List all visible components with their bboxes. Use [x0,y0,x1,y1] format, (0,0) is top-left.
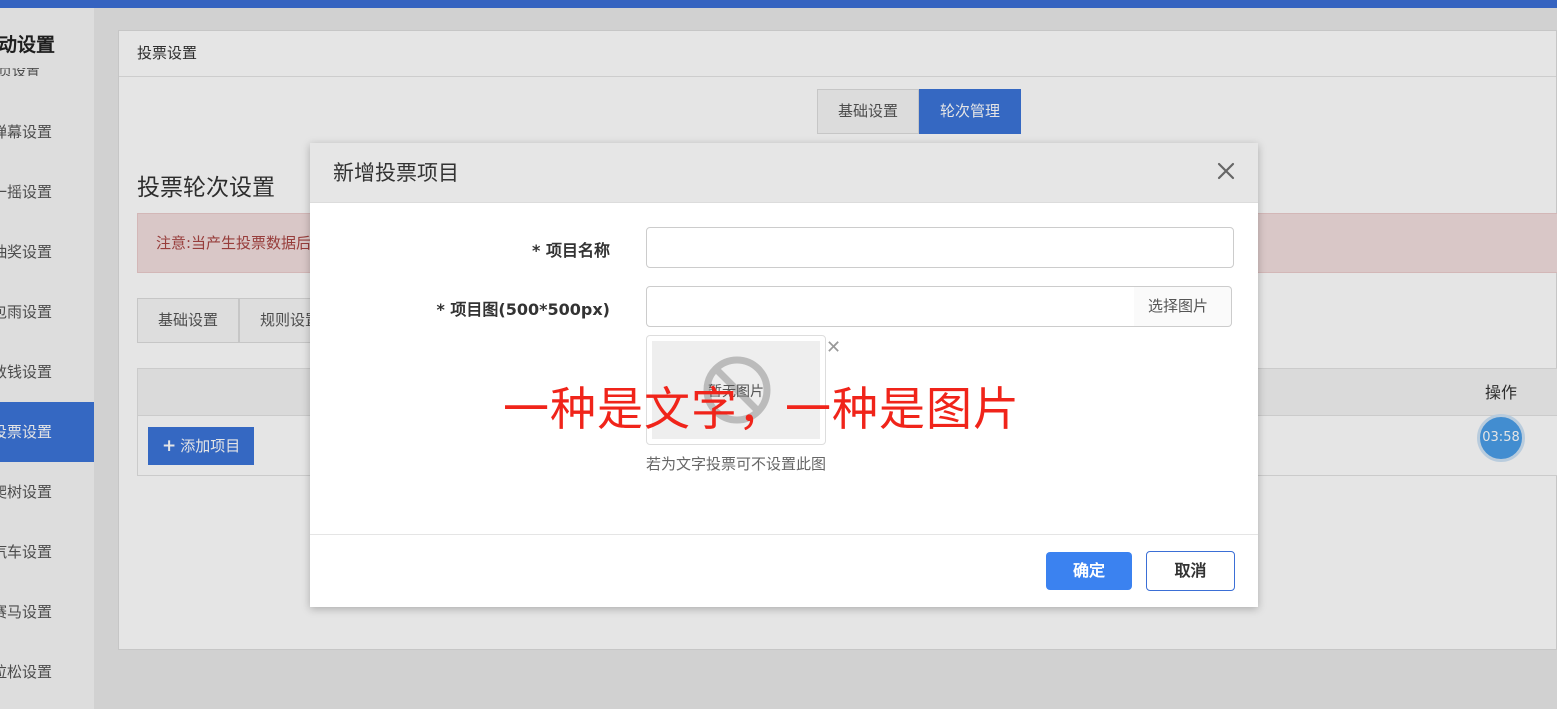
modal-title: 新增投票项目 [333,161,459,185]
annotation-text: 一种是文字，一种是图片 [503,382,1020,436]
item-name-label: * 项目名称 [532,241,610,260]
confirm-button[interactable]: 确定 [1046,552,1132,590]
choose-image-button[interactable]: 选择图片 [1134,286,1232,327]
modal-footer: 确定 取消 [310,534,1258,607]
image-hint: 若为文字投票可不设置此图 [646,455,827,473]
modal-header: 新增投票项目 [310,143,1258,203]
close-icon[interactable] [1214,159,1238,183]
remove-image-icon[interactable]: ✕ [826,339,841,357]
item-image-input[interactable] [646,286,1135,327]
item-name-input[interactable] [646,227,1234,268]
cancel-button[interactable]: 取消 [1146,551,1235,591]
item-image-label: * 项目图(500*500px) [436,300,610,319]
